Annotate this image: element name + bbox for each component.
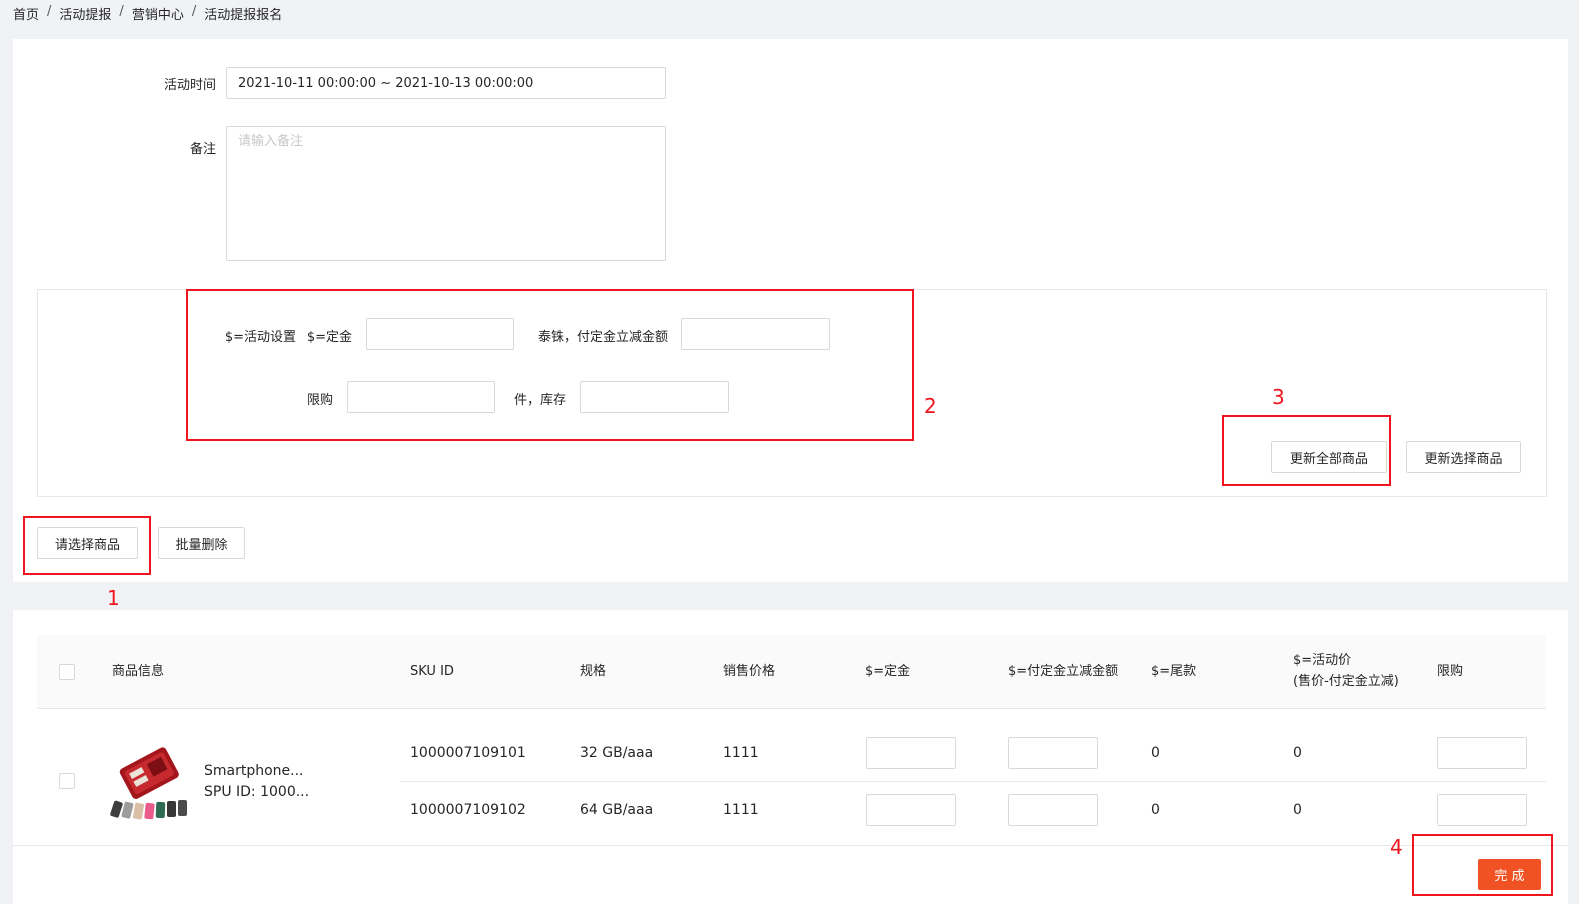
update-selected-products-button[interactable]: 更新选择商品 bbox=[1406, 441, 1521, 473]
product-spu-id: SPU ID: 1000... bbox=[204, 784, 310, 800]
annotation-number-4: 4 bbox=[1390, 835, 1403, 859]
annotation-box-2 bbox=[186, 289, 914, 441]
breadcrumb-home[interactable]: 首页 bbox=[13, 4, 39, 23]
spec-cell: 64 GB/aaa bbox=[580, 802, 654, 818]
row-checkbox[interactable] bbox=[59, 773, 75, 789]
breadcrumb-marketing-center[interactable]: 营销中心 bbox=[132, 4, 184, 23]
table-bottom-divider bbox=[13, 845, 1568, 846]
col-activity-price-note: (售价-付定金立减) bbox=[1293, 674, 1399, 689]
col-balance: $=尾款 bbox=[1151, 664, 1197, 679]
breadcrumb-separator: / bbox=[47, 4, 52, 19]
col-reduce-amount: $=付定金立减金额 bbox=[1008, 664, 1119, 679]
select-all-checkbox[interactable] bbox=[59, 664, 75, 680]
breadcrumb-separator: / bbox=[191, 4, 197, 19]
balance-cell: 0 bbox=[1151, 745, 1160, 761]
annotation-number-3: 3 bbox=[1272, 385, 1285, 409]
annotation-box-4 bbox=[1412, 834, 1553, 896]
remark-textarea[interactable] bbox=[226, 126, 666, 261]
annotation-box-1 bbox=[23, 516, 151, 575]
col-activity-price: $=活动价 bbox=[1293, 653, 1352, 668]
col-spec: 规格 bbox=[580, 664, 607, 679]
annotation-number-1: 1 bbox=[107, 586, 120, 610]
col-sale-price: 销售价格 bbox=[723, 664, 776, 679]
activity-time-input[interactable] bbox=[226, 67, 666, 99]
limit-cell-input[interactable] bbox=[1437, 737, 1527, 769]
sku-id-cell: 1000007109101 bbox=[410, 745, 526, 761]
sku-id-cell: 1000007109102 bbox=[410, 802, 526, 818]
breadcrumb-current: 活动提报报名 bbox=[204, 8, 283, 23]
sale-price-cell: 1111 bbox=[723, 802, 759, 818]
breadcrumb-separator: / bbox=[119, 4, 124, 19]
activity-time-label: 活动时间 bbox=[163, 78, 216, 93]
deposit-cell-input[interactable] bbox=[866, 794, 956, 826]
balance-cell: 0 bbox=[1151, 802, 1160, 818]
sale-price-cell: 1111 bbox=[723, 745, 759, 761]
breadcrumb-activity-report[interactable]: 活动提报 bbox=[59, 4, 111, 23]
breadcrumb: 首页 / 活动提报 / 营销中心 / 活动提报报名 bbox=[13, 4, 282, 23]
sub-row-divider bbox=[400, 781, 1546, 782]
col-limit: 限购 bbox=[1437, 664, 1464, 679]
product-name: Smartphone... bbox=[204, 763, 304, 779]
batch-delete-button[interactable]: 批量删除 bbox=[158, 527, 245, 559]
annotation-box-3 bbox=[1222, 415, 1391, 486]
reduce-amount-cell-input[interactable] bbox=[1008, 737, 1098, 769]
deposit-cell-input[interactable] bbox=[866, 737, 956, 769]
col-deposit: $=定金 bbox=[865, 664, 911, 679]
spec-cell: 32 GB/aaa bbox=[580, 745, 654, 761]
product-thumbnail bbox=[110, 747, 187, 820]
activity-price-cell: 0 bbox=[1293, 802, 1302, 818]
activity-price-cell: 0 bbox=[1293, 745, 1302, 761]
col-product-info: 商品信息 bbox=[112, 664, 165, 679]
remark-label: 备注 bbox=[189, 142, 216, 157]
reduce-amount-cell-input[interactable] bbox=[1008, 794, 1098, 826]
col-sku-id: SKU ID bbox=[410, 664, 454, 679]
annotation-number-2: 2 bbox=[924, 394, 937, 418]
limit-cell-input[interactable] bbox=[1437, 794, 1527, 826]
